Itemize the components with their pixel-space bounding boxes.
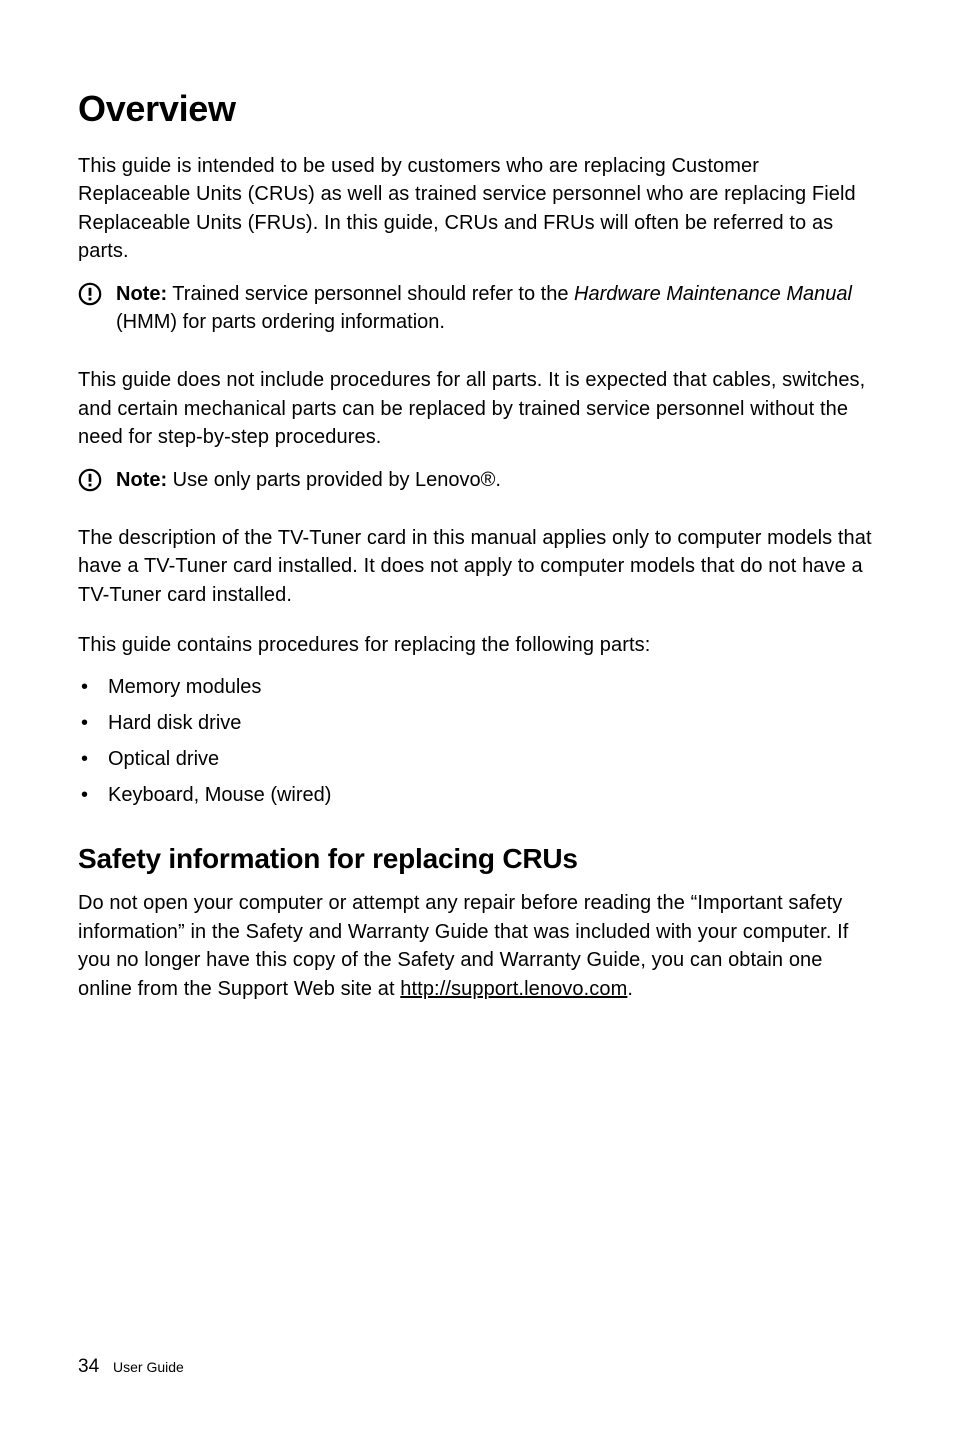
attention-icon <box>78 468 102 492</box>
note-block-1: Note: Trained service personnel should r… <box>78 280 876 337</box>
footer-label: User Guide <box>113 1359 184 1375</box>
paragraph-4: This guide contains procedures for repla… <box>78 631 876 659</box>
attention-icon <box>78 282 102 306</box>
note-1-italic: Hardware Maintenance Manual <box>574 283 852 305</box>
list-item: Optical drive <box>78 745 876 773</box>
heading-safety: Safety information for replacing CRUs <box>78 843 876 875</box>
note-1-prefix: Trained service personnel should refer t… <box>167 283 574 305</box>
safety-paragraph: Do not open your computer or attempt any… <box>78 889 876 1003</box>
note-label: Note: <box>116 469 167 491</box>
list-item: Hard disk drive <box>78 709 876 737</box>
intro-paragraph: This guide is intended to be used by cus… <box>78 152 876 266</box>
note-2-text: Note: Use only parts provided by Lenovo®… <box>116 466 501 494</box>
note-2-body: Use only parts provided by Lenovo®. <box>167 469 501 491</box>
note-label: Note: <box>116 283 167 305</box>
paragraph-3: The description of the TV-Tuner card in … <box>78 524 876 609</box>
note-block-2: Note: Use only parts provided by Lenovo®… <box>78 466 876 494</box>
heading-overview: Overview <box>78 88 876 130</box>
list-item: Memory modules <box>78 673 876 701</box>
paragraph-2: This guide does not include procedures f… <box>78 366 876 451</box>
note-1-suffix: (HMM) for parts ordering information. <box>116 311 445 333</box>
note-1-text: Note: Trained service personnel should r… <box>116 280 876 337</box>
document-page: Overview This guide is intended to be us… <box>0 0 954 1452</box>
page-footer: 34 User Guide <box>78 1356 184 1378</box>
support-link[interactable]: http://support.lenovo.com <box>400 978 627 1000</box>
parts-list: Memory modules Hard disk drive Optical d… <box>78 673 876 809</box>
safety-text-after-link: . <box>627 978 633 1000</box>
list-item: Keyboard, Mouse (wired) <box>78 781 876 809</box>
page-number: 34 <box>78 1356 99 1377</box>
